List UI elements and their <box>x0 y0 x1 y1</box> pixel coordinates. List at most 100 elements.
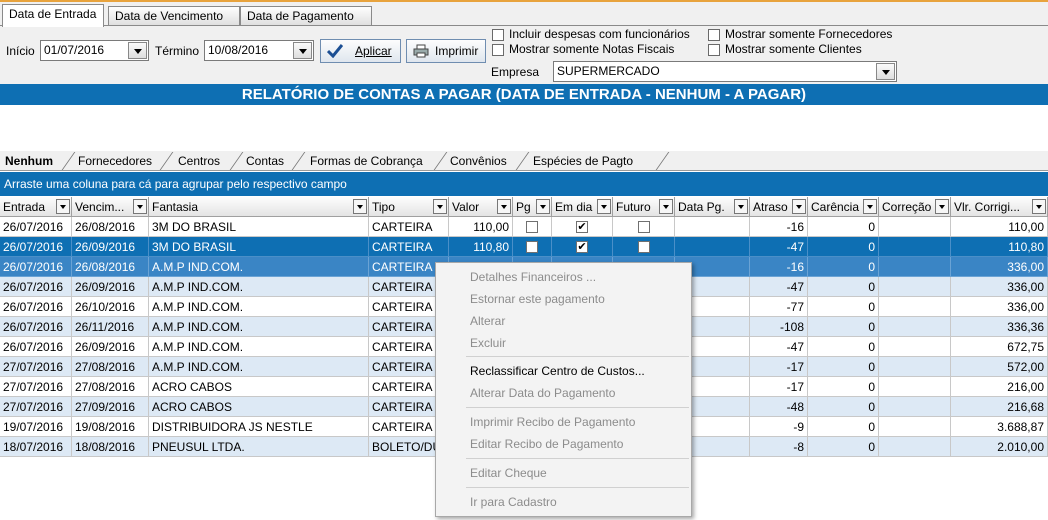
cell-fantasia: A.M.P IND.COM. <box>149 337 369 357</box>
em-dia-checkbox[interactable]: ✔ <box>576 241 588 253</box>
cell-entrada: 19/07/2016 <box>0 417 72 437</box>
column-header-fantasia[interactable]: Fantasia <box>149 197 369 217</box>
column-header-vlr-corrigido[interactable]: Vlr. Corrigi... <box>951 197 1048 217</box>
em-dia-checkbox[interactable]: ✔ <box>576 221 588 233</box>
menu-item-editar-cheque[interactable]: Editar Cheque <box>470 466 547 480</box>
column-header-tipo[interactable]: Tipo <box>369 197 449 217</box>
cell-entrada: 27/07/2016 <box>0 357 72 377</box>
empresa-select[interactable]: SUPERMERCADO <box>553 61 897 82</box>
cell-atraso: -108 <box>750 317 808 337</box>
tab-centros[interactable]: Centros <box>178 152 220 171</box>
filter-dropdown-icon[interactable] <box>597 199 611 214</box>
menu-item-detalhes-financeiros[interactable]: Detalhes Financeiros ... <box>470 270 596 284</box>
incluir-despesas-checkbox[interactable] <box>492 29 504 41</box>
filter-dropdown-icon[interactable] <box>863 199 877 214</box>
column-header-pg[interactable]: Pg <box>513 197 552 217</box>
column-header-futuro[interactable]: Futuro <box>613 197 675 217</box>
column-header-label: Vlr. Corrigi... <box>954 200 1021 214</box>
cell-fantasia: A.M.P IND.COM. <box>149 317 369 337</box>
cell-vlr-corrigido: 110,00 <box>951 217 1048 237</box>
tab-data-de-entrada[interactable]: Data de Entrada <box>2 4 104 27</box>
column-header-em-dia[interactable]: Em dia <box>552 197 613 217</box>
cell-vlr-corrigido: 336,00 <box>951 297 1048 317</box>
column-header-vencimento[interactable]: Vencim... <box>72 197 149 217</box>
cell-fantasia: A.M.P IND.COM. <box>149 297 369 317</box>
tab-data-de-vencimento[interactable]: Data de Vencimento <box>108 6 240 27</box>
cell-vencimento: 26/08/2016 <box>72 257 149 277</box>
table-row[interactable]: 26/07/2016 26/09/2016 3M DO BRASIL CARTEIRA… <box>0 237 1048 257</box>
chevron-down-icon[interactable] <box>876 63 895 80</box>
imprimir-button[interactable]: Imprimir <box>406 39 486 63</box>
filter-dropdown-icon[interactable] <box>659 199 673 214</box>
menu-item-alterar[interactable]: Alterar <box>470 314 505 328</box>
filter-dropdown-icon[interactable] <box>734 199 748 214</box>
tab-especies-de-pagto[interactable]: Espécies de Pagto <box>533 152 633 171</box>
column-header-atraso[interactable]: Atraso <box>750 197 808 217</box>
cell-vlr-corrigido: 336,00 <box>951 277 1048 297</box>
printer-icon <box>413 44 429 58</box>
column-header-label: Data Pg. <box>678 200 725 214</box>
column-header-correcao[interactable]: Correção <box>879 197 951 217</box>
futuro-checkbox[interactable] <box>637 221 650 233</box>
filter-dropdown-icon[interactable] <box>935 199 949 214</box>
column-header-entrada[interactable]: Entrada <box>0 197 72 217</box>
cell-entrada: 26/07/2016 <box>0 337 72 357</box>
filter-dropdown-icon[interactable] <box>497 199 511 214</box>
termino-date-input[interactable]: 10/08/2016 <box>204 40 314 61</box>
menu-item-imprimir-recibo[interactable]: Imprimir Recibo de Pagamento <box>470 415 635 429</box>
tab-data-de-pagamento[interactable]: Data de Pagamento <box>240 6 372 27</box>
filter-dropdown-icon[interactable] <box>1032 199 1046 214</box>
somente-clientes-checkbox[interactable] <box>708 44 720 56</box>
filter-dropdown-icon[interactable] <box>353 199 367 214</box>
cell-correcao <box>879 257 951 277</box>
filter-dropdown-icon[interactable] <box>792 199 806 214</box>
cell-data-pg <box>675 237 750 257</box>
cell-vencimento: 26/09/2016 <box>72 337 149 357</box>
column-header-data-pg[interactable]: Data Pg. <box>675 197 750 217</box>
tab-formas-de-cobranca[interactable]: Formas de Cobrança <box>310 152 423 171</box>
tab-divider <box>159 152 174 170</box>
tab-contas[interactable]: Contas <box>246 152 284 171</box>
cell-futuro <box>613 217 675 237</box>
futuro-checkbox[interactable] <box>637 241 650 253</box>
tab-convenios[interactable]: Convênios <box>450 152 507 171</box>
pg-checkbox[interactable] <box>526 241 538 253</box>
column-header-carencia[interactable]: Carência <box>808 197 879 217</box>
somente-notas-checkbox[interactable] <box>492 44 504 56</box>
menu-item-excluir[interactable]: Excluir <box>470 336 506 350</box>
cell-data-pg <box>675 217 750 237</box>
group-by-drop-area[interactable]: Arraste uma coluna para cá para agrupar … <box>0 172 1048 196</box>
cell-correcao <box>879 377 951 397</box>
filter-dropdown-icon[interactable] <box>133 199 147 214</box>
menu-separator <box>466 407 689 408</box>
tab-fornecedores[interactable]: Fornecedores <box>78 152 152 171</box>
filter-dropdown-icon[interactable] <box>56 199 70 214</box>
empresa-label: Empresa <box>491 65 540 79</box>
cell-atraso: -48 <box>750 397 808 417</box>
pg-checkbox[interactable] <box>526 221 538 233</box>
table-row[interactable]: 26/07/2016 26/08/2016 3M DO BRASIL CARTEIRA… <box>0 217 1048 237</box>
filter-dropdown-icon[interactable] <box>433 199 447 214</box>
tab-nenhum[interactable]: Nenhum <box>5 152 53 171</box>
aplicar-button[interactable]: Aplicar <box>320 39 401 63</box>
menu-item-ir-para-cadastro[interactable]: Ir para Cadastro <box>470 495 557 509</box>
cell-vencimento: 18/08/2016 <box>72 437 149 457</box>
tab-divider <box>61 152 76 170</box>
menu-item-editar-recibo[interactable]: Editar Recibo de Pagamento <box>470 437 623 451</box>
cell-correcao <box>879 217 951 237</box>
filter-dropdown-icon[interactable] <box>536 199 550 214</box>
column-header-valor[interactable]: Valor <box>449 197 513 217</box>
menu-item-alterar-data-pagamento[interactable]: Alterar Data do Pagamento <box>470 386 615 400</box>
chevron-down-icon[interactable] <box>293 42 312 59</box>
inicio-date-input[interactable]: 01/07/2016 <box>40 40 149 61</box>
chevron-down-icon[interactable] <box>128 42 147 59</box>
cell-vlr-corrigido: 110,80 <box>951 237 1048 257</box>
somente-fornecedores-checkbox[interactable] <box>708 29 720 41</box>
cell-fantasia: ACRO CABOS <box>149 377 369 397</box>
cell-vencimento: 19/08/2016 <box>72 417 149 437</box>
menu-item-estornar-pagamento[interactable]: Estornar este pagamento <box>470 292 605 306</box>
menu-item-reclassificar-centro[interactable]: Reclassificar Centro de Custos... <box>470 364 645 378</box>
cell-atraso: -9 <box>750 417 808 437</box>
inicio-date-value: 01/07/2016 <box>44 43 105 57</box>
cell-vencimento: 27/09/2016 <box>72 397 149 417</box>
